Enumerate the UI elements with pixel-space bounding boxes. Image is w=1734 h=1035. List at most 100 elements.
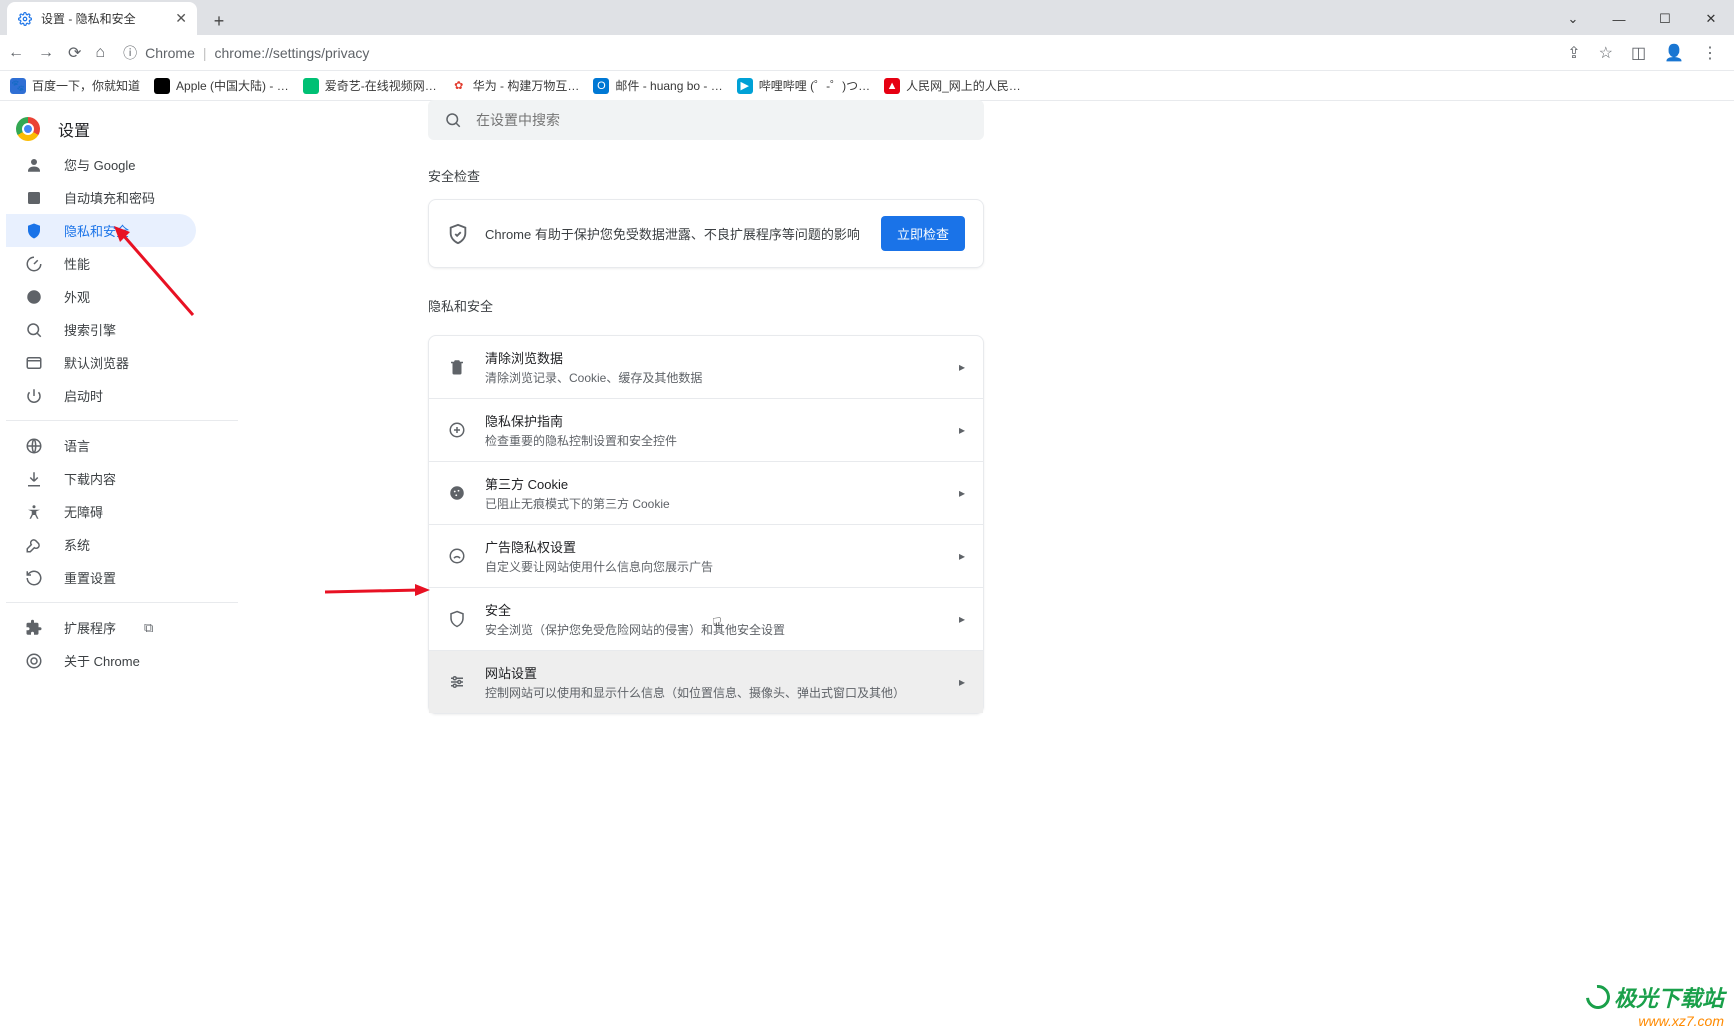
huawei-icon: ✿ bbox=[451, 78, 467, 94]
people-icon: ▲ bbox=[884, 78, 900, 94]
sidebar-item-downloads[interactable]: 下载内容 bbox=[6, 462, 196, 495]
apple-icon bbox=[154, 78, 170, 94]
speedometer-icon bbox=[24, 255, 44, 273]
privacy-section-title: 隐私和安全 bbox=[428, 296, 984, 315]
iqiyi-icon bbox=[303, 78, 319, 94]
close-icon[interactable]: ✕ bbox=[1688, 3, 1734, 35]
sidebar-item-about[interactable]: 关于 Chrome bbox=[6, 644, 196, 677]
power-icon bbox=[24, 387, 44, 405]
settings-main: 安全检查 Chrome 有助于保护您免受数据泄露、不良扩展程序等问题的影响 立即… bbox=[428, 166, 984, 714]
reset-icon bbox=[24, 569, 44, 587]
window-controls: ⌄ — ☐ ✕ bbox=[1550, 3, 1734, 35]
back-icon[interactable]: ← bbox=[8, 44, 24, 62]
accessibility-icon bbox=[24, 503, 44, 521]
new-tab-button[interactable]: + bbox=[205, 7, 233, 35]
wrench-icon bbox=[24, 536, 44, 554]
extension-icon bbox=[24, 619, 44, 637]
forward-icon[interactable]: → bbox=[38, 44, 54, 62]
ad-icon bbox=[447, 547, 467, 565]
sidebar-item-performance[interactable]: 性能 bbox=[6, 247, 196, 280]
chevron-right-icon: ▸ bbox=[959, 423, 965, 437]
bookmark-item[interactable]: ✿华为 - 构建万物互… bbox=[451, 77, 580, 94]
chrome-icon bbox=[24, 652, 44, 670]
palette-icon bbox=[24, 288, 44, 306]
minimize-icon[interactable]: — bbox=[1596, 3, 1642, 35]
chevron-right-icon: ▸ bbox=[959, 549, 965, 563]
tune-icon bbox=[447, 673, 467, 691]
chrome-logo-icon bbox=[16, 117, 40, 141]
sidebar-item-appearance[interactable]: 外观 bbox=[6, 280, 196, 313]
sidebar-item-search-engine[interactable]: 搜索引擎 bbox=[6, 313, 196, 346]
safety-section-title: 安全检查 bbox=[428, 166, 984, 185]
settings-search-input[interactable] bbox=[476, 112, 968, 128]
safety-check-card: Chrome 有助于保护您免受数据泄露、不良扩展程序等问题的影响 立即检查 bbox=[428, 199, 984, 268]
watermark: 极光下载站 www.xz7.com bbox=[1586, 981, 1724, 1029]
chevron-right-icon: ▸ bbox=[959, 612, 965, 626]
bookmark-item[interactable]: ▶哔哩哔哩 (゜-゜)つ… bbox=[737, 77, 870, 94]
divider bbox=[6, 602, 238, 603]
cookie-icon bbox=[447, 484, 467, 502]
window-icon bbox=[24, 354, 44, 372]
side-panel-icon[interactable]: ◫ bbox=[1631, 43, 1646, 63]
tab-title: 设置 - 隐私和安全 bbox=[41, 10, 167, 27]
profile-icon[interactable]: 👤 bbox=[1664, 43, 1684, 63]
bookmark-item[interactable]: 🐾百度一下，你就知道 bbox=[10, 77, 140, 94]
sidebar-item-privacy[interactable]: 隐私和安全 bbox=[6, 214, 196, 247]
row-security[interactable]: 安全安全浏览（保护您免受危险网站的侵害）和其他安全设置 ▸ bbox=[429, 587, 983, 650]
chevron-right-icon: ▸ bbox=[959, 486, 965, 500]
tab-close-icon[interactable]: ✕ bbox=[175, 10, 187, 27]
menu-dots-icon[interactable]: ⋮ bbox=[1702, 43, 1718, 63]
outlook-icon: O bbox=[593, 78, 609, 94]
bookmarks-bar: 🐾百度一下，你就知道 Apple (中国大陆) - … 爱奇艺-在线视频网… ✿… bbox=[0, 71, 1734, 101]
maximize-icon[interactable]: ☐ bbox=[1642, 3, 1688, 35]
sidebar-item-accessibility[interactable]: 无障碍 bbox=[6, 495, 196, 528]
site-info-icon[interactable]: ⓘ bbox=[123, 43, 137, 63]
privacy-card: 清除浏览数据清除浏览记录、Cookie、缓存及其他数据 ▸ 隐私保护指南检查重要… bbox=[428, 335, 984, 714]
row-privacy-guide[interactable]: 隐私保护指南检查重要的隐私控制设置和安全控件 ▸ bbox=[429, 398, 983, 461]
sidebar-item-autofill[interactable]: 自动填充和密码 bbox=[6, 181, 196, 214]
bilibili-icon: ▶ bbox=[737, 78, 753, 94]
sidebar-item-language[interactable]: 语言 bbox=[6, 429, 196, 462]
home-icon[interactable]: ⌂ bbox=[95, 44, 105, 62]
share-icon[interactable]: ⇪ bbox=[1567, 43, 1580, 63]
settings-search[interactable] bbox=[428, 100, 984, 140]
browser-toolbar: ← → ⟳ ⌂ ⓘ Chrome | chrome://settings/pri… bbox=[0, 35, 1734, 71]
bookmark-item[interactable]: O邮件 - huang bo - … bbox=[593, 77, 722, 94]
reload-icon[interactable]: ⟳ bbox=[68, 43, 81, 63]
bookmark-star-icon[interactable]: ☆ bbox=[1599, 43, 1613, 63]
browser-titlebar: 设置 - 隐私和安全 ✕ + ⌄ — ☐ ✕ bbox=[0, 0, 1734, 35]
bookmark-item[interactable]: Apple (中国大陆) - … bbox=[154, 77, 289, 94]
search-icon bbox=[24, 321, 44, 339]
sidebar-item-on-startup[interactable]: 启动时 bbox=[6, 379, 196, 412]
sidebar-item-system[interactable]: 系统 bbox=[6, 528, 196, 561]
autofill-icon bbox=[24, 189, 44, 207]
browser-tab[interactable]: 设置 - 隐私和安全 ✕ bbox=[7, 2, 197, 35]
sidebar-item-you-and-google[interactable]: 您与 Google bbox=[6, 148, 196, 181]
external-link-icon: ⧉ bbox=[144, 620, 153, 636]
divider bbox=[6, 420, 238, 421]
shield-check-icon bbox=[447, 223, 469, 245]
settings-gear-icon bbox=[17, 11, 33, 27]
bookmark-item[interactable]: ▲人民网_网上的人民… bbox=[884, 77, 1021, 94]
bookmark-item[interactable]: 爱奇艺-在线视频网… bbox=[303, 77, 437, 94]
globe-icon bbox=[24, 437, 44, 455]
download-icon bbox=[24, 470, 44, 488]
row-site-settings[interactable]: 网站设置控制网站可以使用和显示什么信息（如位置信息、摄像头、弹出式窗口及其他） … bbox=[429, 650, 983, 713]
shield-plus-icon bbox=[447, 421, 467, 439]
sidebar-item-reset[interactable]: 重置设置 bbox=[6, 561, 196, 594]
sidebar-item-default-browser[interactable]: 默认浏览器 bbox=[6, 346, 196, 379]
chevron-down-icon[interactable]: ⌄ bbox=[1550, 3, 1596, 35]
annotation-arrow bbox=[325, 580, 435, 600]
sidebar-item-extensions[interactable]: 扩展程序⧉ bbox=[6, 611, 196, 644]
row-ad-privacy[interactable]: 广告隐私权设置自定义要让网站使用什么信息向您展示广告 ▸ bbox=[429, 524, 983, 587]
shield-icon bbox=[24, 222, 44, 240]
address-bar[interactable]: ⓘ Chrome | chrome://settings/privacy bbox=[123, 43, 369, 63]
hand-cursor-icon: ☟ bbox=[712, 614, 722, 634]
row-third-party-cookie[interactable]: 第三方 Cookie已阻止无痕模式下的第三方 Cookie ▸ bbox=[429, 461, 983, 524]
chevron-right-icon: ▸ bbox=[959, 675, 965, 689]
chevron-right-icon: ▸ bbox=[959, 360, 965, 374]
check-now-button[interactable]: 立即检查 bbox=[881, 216, 965, 251]
shield-icon bbox=[447, 610, 467, 628]
row-clear-browsing[interactable]: 清除浏览数据清除浏览记录、Cookie、缓存及其他数据 ▸ bbox=[429, 336, 983, 398]
safety-description: Chrome 有助于保护您免受数据泄露、不良扩展程序等问题的影响 bbox=[485, 224, 865, 243]
